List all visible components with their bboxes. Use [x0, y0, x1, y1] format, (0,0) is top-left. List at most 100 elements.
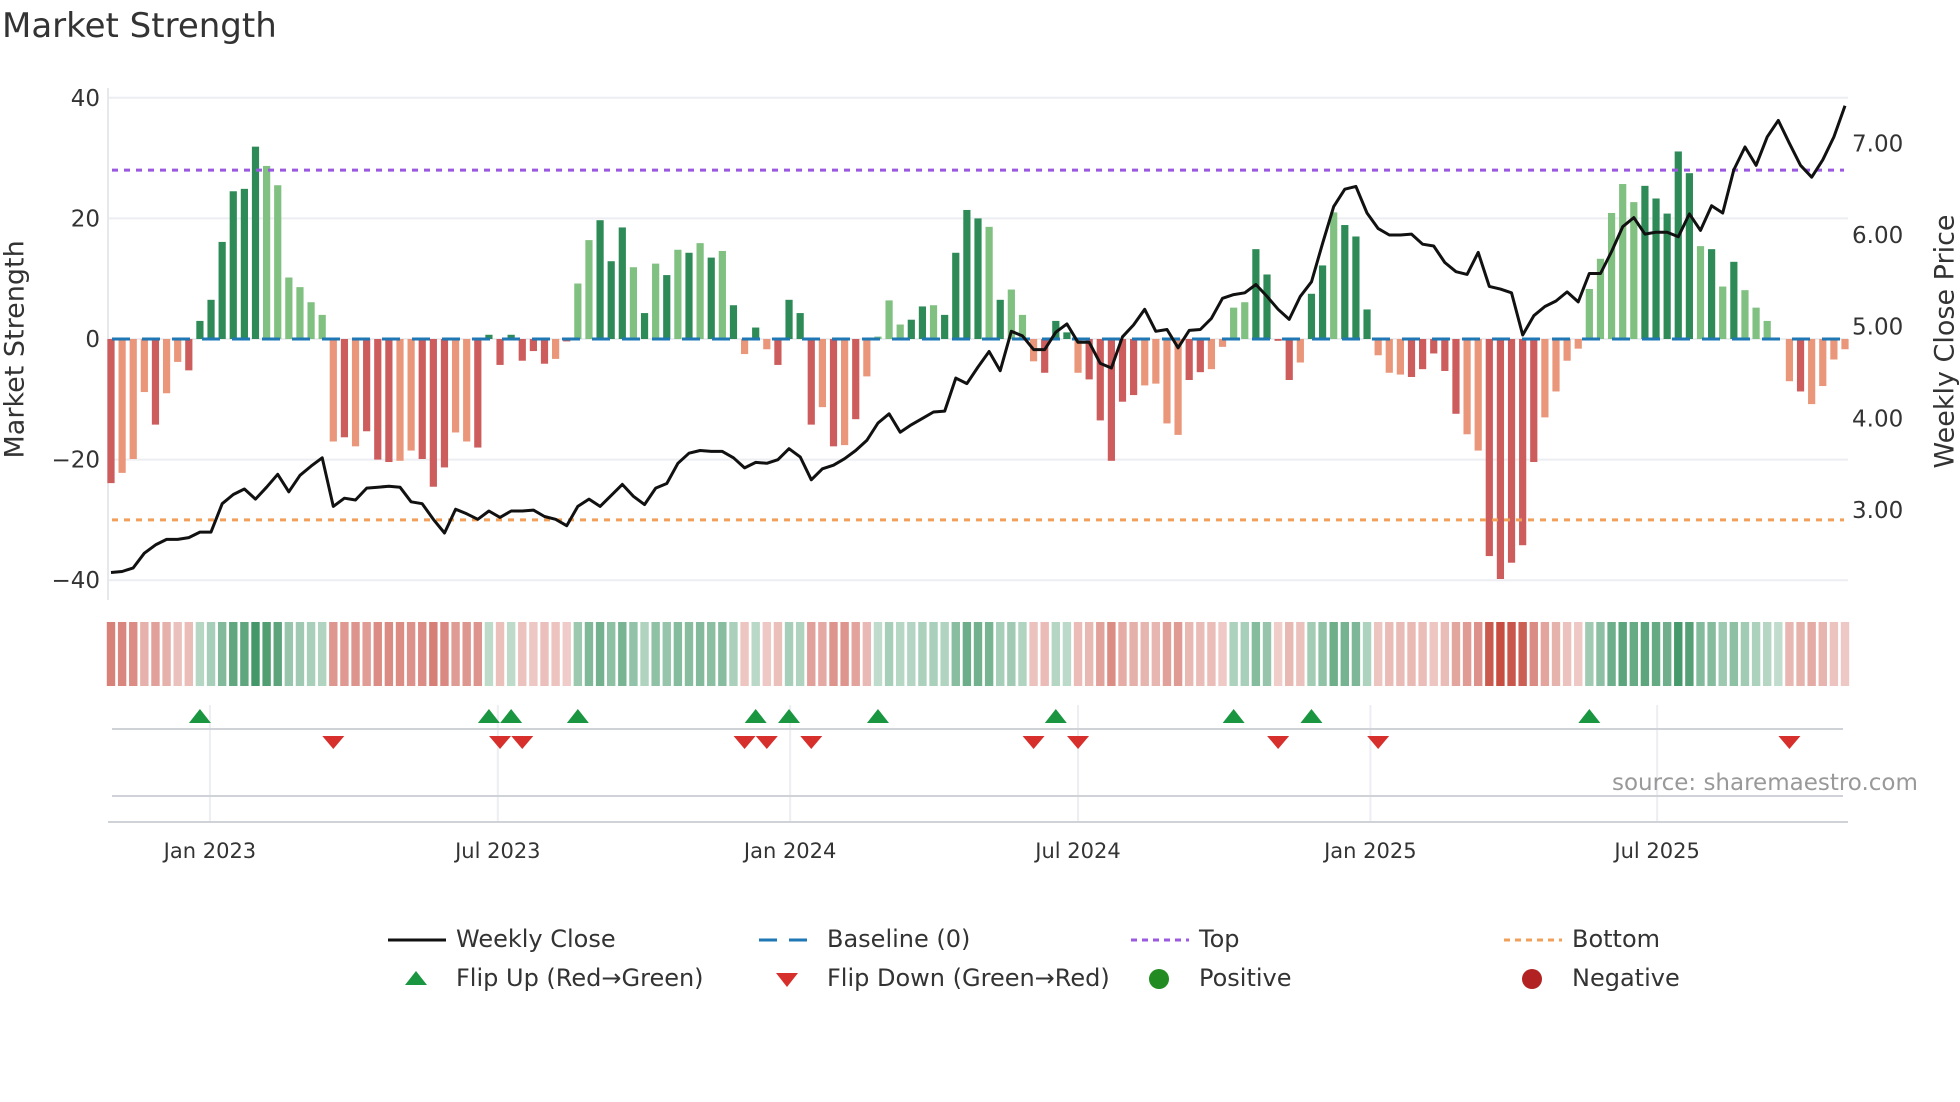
strength-strip-cell [1807, 622, 1816, 686]
strength-bar [285, 277, 293, 339]
strength-bar [218, 241, 226, 339]
strength-strip-cell [762, 622, 772, 686]
strength-bar [763, 339, 771, 350]
strength-strip-cell [1440, 622, 1450, 686]
strength-strip-cell [295, 622, 305, 686]
strength-strip-cell [718, 622, 727, 686]
strength-bar [296, 287, 304, 339]
y-axis-label-left: Market Strength [0, 240, 31, 459]
strength-strip-cell [1262, 622, 1272, 686]
strength-bar [1808, 339, 1816, 405]
strength-bar [1241, 302, 1249, 339]
strength-strip-cell [629, 622, 638, 686]
strength-strip-cell [1707, 622, 1716, 686]
strength-strip-cell [351, 622, 360, 686]
strength-bar [162, 339, 171, 394]
flip-up-marker [1044, 709, 1067, 723]
strength-strip-cell [1451, 622, 1461, 686]
strength-bar [1063, 332, 1071, 339]
strength-strip-cell [1107, 622, 1116, 686]
strength-bar [1641, 185, 1649, 339]
strength-strip-cell [217, 622, 227, 686]
y2-tick-label: 7.00 [1852, 131, 1903, 157]
y-tick-label: 40 [71, 86, 100, 112]
strength-strip-cell [996, 622, 1005, 686]
legend-label: Positive [1199, 964, 1292, 992]
strength-bar [1407, 339, 1416, 377]
strength-strip-cell [695, 622, 705, 686]
strength-strip-cell [1774, 622, 1783, 686]
strength-bar [1763, 320, 1771, 339]
strength-bar [540, 339, 549, 364]
strength-bar [496, 339, 504, 365]
strength-bar [1307, 293, 1316, 339]
strength-strip-cell [1307, 622, 1316, 686]
strength-strip-cell [473, 622, 483, 686]
strength-strip-cell [1340, 622, 1350, 686]
strength-strip-cell [684, 622, 694, 686]
strength-strip-cell [1496, 622, 1505, 686]
strength-bar [952, 252, 960, 339]
strength-strip-cell [240, 622, 249, 686]
y-tick-label: 0 [85, 327, 100, 353]
strength-bar [974, 218, 982, 339]
strength-bar [1452, 339, 1460, 414]
strength-bar [785, 299, 793, 339]
strength-bar [1174, 339, 1182, 435]
strength-strip-cell [540, 622, 549, 686]
strength-bar [941, 314, 949, 339]
strength-strip-cell [595, 622, 605, 686]
strength-strip-cell [807, 622, 816, 686]
strength-bar [918, 306, 927, 339]
flip-down-marker [1022, 736, 1045, 749]
strength-bar [385, 339, 393, 463]
strength-bar [1708, 249, 1716, 339]
strength-strip-cell [184, 622, 194, 686]
strength-strip-cell [1574, 622, 1583, 686]
strength-strip-cell [1507, 622, 1516, 686]
strength-strip-cell [1351, 622, 1361, 686]
triangle-up-icon [405, 971, 427, 985]
strength-strip-cell [251, 622, 260, 686]
strength-bar [740, 339, 749, 355]
strength-strip-cell [1629, 622, 1639, 686]
strength-strip-cell [707, 622, 716, 686]
strength-strip-cell [306, 622, 316, 686]
strength-strip-cell [418, 622, 427, 686]
strength-bar [1096, 339, 1104, 421]
strength-bar [1552, 339, 1560, 392]
strength-bar [907, 319, 915, 339]
strength-strip-cell [651, 622, 660, 686]
flip-up-marker [778, 709, 801, 723]
strength-bar [729, 305, 738, 339]
legend-label: Baseline (0) [827, 925, 971, 953]
strength-strip-cell [1129, 622, 1138, 686]
strength-strip-cell [818, 622, 827, 686]
strength-strip-cell [640, 622, 649, 686]
strength-bar [1519, 339, 1527, 546]
strength-bar [1296, 339, 1304, 363]
strength-strip-cell [1051, 622, 1061, 686]
strength-strip-cell [573, 622, 583, 686]
strength-strip-cell [1084, 622, 1094, 686]
flip-down-marker [1778, 736, 1801, 749]
strength-bar [1130, 339, 1138, 396]
strength-bar [1141, 339, 1149, 386]
strength-bar [1496, 339, 1505, 579]
strength-bar [307, 302, 315, 339]
strength-bar [1152, 339, 1160, 384]
strength-strip-cell [1318, 622, 1327, 686]
strength-bar [896, 324, 904, 339]
strength-bar [629, 267, 638, 339]
flip-up-marker [477, 709, 500, 723]
strength-bar [329, 339, 337, 442]
strength-strip-cell [373, 622, 382, 686]
strength-bar [774, 339, 782, 365]
circle-icon [1522, 969, 1542, 989]
strength-strip-cell [862, 622, 872, 686]
strength-strip-cell [606, 622, 616, 686]
circle-icon [1149, 969, 1169, 989]
legend-label: Bottom [1572, 925, 1661, 953]
strength-strip-cell [1418, 622, 1427, 686]
strength-bar [1785, 339, 1794, 382]
